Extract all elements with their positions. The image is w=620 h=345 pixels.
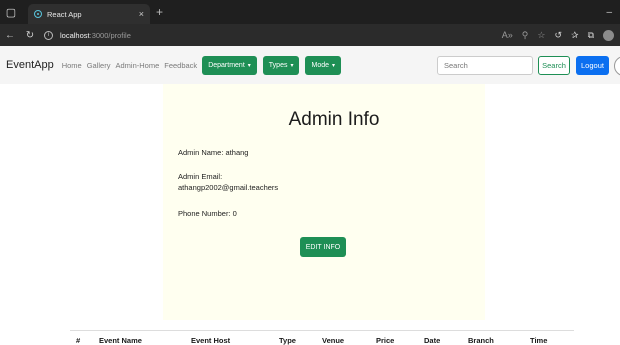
caret-down-icon: ▾ [332, 62, 336, 69]
caret-down-icon: ▾ [247, 62, 251, 69]
browser-tab-strip: ▢ React App × + – [0, 0, 620, 24]
logout-button[interactable]: Logout [576, 56, 609, 75]
column-header-event-host: Event Host [191, 336, 231, 345]
page-title: Admin Info [288, 109, 380, 130]
edit-info-button[interactable]: EDIT INFO [300, 237, 346, 257]
url-host: localhost [60, 30, 90, 40]
collections-icon[interactable]: ⧉ [588, 30, 594, 41]
app-navbar: EventApp Home Gallery Admin-Home Feedbac… [0, 46, 620, 84]
browser-profile-icon[interactable] [603, 29, 614, 41]
events-table-header: # Event Name Event Host Type Venue Price… [70, 330, 574, 345]
nav-link-admin-home[interactable]: Admin-Home [115, 61, 159, 70]
column-header-type: Type [279, 336, 296, 345]
admin-email-value: athangp2002@gmail.teachers [178, 183, 279, 192]
nav-link-home[interactable]: Home [62, 61, 82, 70]
types-dropdown-label: Types [268, 61, 288, 69]
admin-info-card: Admin Info Admin Name: athang Admin Emai… [163, 84, 485, 320]
column-header-date: Date [424, 336, 441, 345]
admin-email-label: Admin Email: [178, 172, 223, 181]
address-bar[interactable]: i localhost:3000/profile [44, 30, 131, 40]
url-path: :3000/profile [89, 30, 131, 40]
admin-phone: Phone Number: 0 [178, 209, 237, 218]
brand-logo[interactable]: EventApp [6, 59, 54, 71]
mode-dropdown-label: Mode [311, 61, 329, 69]
column-header-time: Time [530, 336, 548, 345]
department-dropdown-label: Department [208, 61, 245, 69]
window-minimize-button[interactable]: – [606, 7, 612, 18]
types-dropdown[interactable]: Types ▾ [262, 55, 300, 75]
favorites-icon[interactable]: ✰ [571, 30, 579, 41]
column-header-index: # [76, 336, 81, 345]
department-dropdown[interactable]: Department ▾ [202, 55, 257, 75]
admin-name: Admin Name: athang [178, 148, 249, 157]
favorite-star-icon[interactable]: ☆ [537, 30, 545, 41]
nav-link-feedback[interactable]: Feedback [164, 61, 197, 70]
new-tab-button[interactable]: + [156, 5, 163, 19]
nav-link-gallery[interactable]: Gallery [87, 61, 111, 70]
browser-toolbar: ← ↻ i localhost:3000/profile A» ⚲ ☆ ↺ ✰ … [0, 24, 620, 46]
browser-tab[interactable]: React App × [28, 4, 150, 24]
column-header-branch: Branch [468, 336, 494, 345]
caret-down-icon: ▾ [290, 62, 294, 69]
browser-actions: A» ⚲ ☆ ↺ ✰ ⧉ [502, 29, 614, 41]
search-button[interactable]: Search [538, 56, 570, 75]
react-favicon-icon [34, 10, 42, 18]
refresh-sync-icon[interactable]: ↺ [554, 30, 562, 41]
column-header-event-name: Event Name [99, 336, 142, 345]
mode-dropdown[interactable]: Mode ▾ [305, 55, 342, 75]
window-menu-icon[interactable]: ▢ [0, 0, 22, 24]
zoom-icon[interactable]: ⚲ [522, 30, 529, 41]
reload-icon[interactable]: ↻ [20, 30, 40, 41]
column-header-venue: Venue [322, 336, 345, 345]
back-arrow-icon[interactable]: ← [0, 30, 20, 41]
tab-close-icon[interactable]: × [139, 9, 144, 19]
column-header-price: Price [376, 336, 395, 345]
profile-avatar[interactable] [614, 56, 620, 76]
read-aloud-icon[interactable]: A» [502, 30, 513, 40]
search-input[interactable] [437, 56, 533, 75]
site-info-icon[interactable]: i [44, 30, 53, 40]
tab-title: React App [47, 9, 82, 19]
